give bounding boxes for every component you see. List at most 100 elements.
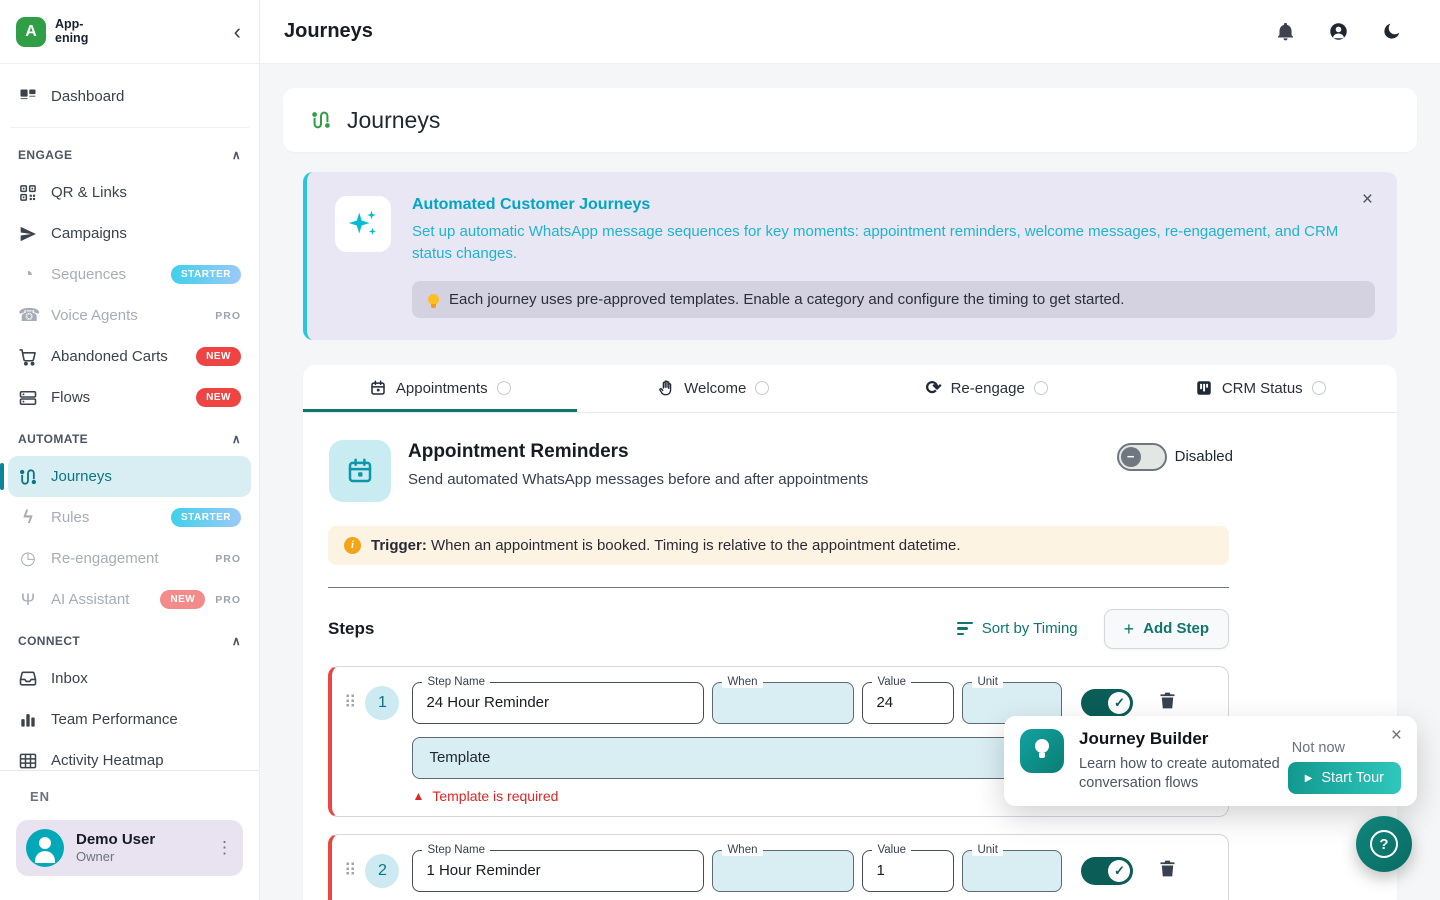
unit-field[interactable]: Unit: [962, 850, 1062, 892]
notifications-bell-icon[interactable]: [1275, 21, 1296, 42]
section-header-automate[interactable]: AUTOMATE ∧: [8, 422, 251, 456]
step-name-field[interactable]: Step Name: [412, 850, 704, 892]
journey-builder-popup: Journey Builder Learn how to create auto…: [1004, 716, 1417, 806]
sidebar-item-label: Campaigns: [51, 225, 127, 242]
start-tour-button[interactable]: ▶ Start Tour: [1288, 762, 1401, 794]
sidebar-item-label: QR & Links: [51, 184, 127, 201]
when-field[interactable]: When: [712, 850, 854, 892]
sidebar-item-rules[interactable]: ϟ Rules STARTER: [8, 497, 251, 538]
account-icon[interactable]: [1328, 21, 1349, 42]
sidebar-item-voice-agents[interactable]: ☎ Voice Agents PRO: [8, 295, 251, 336]
sidebar-item-abandoned-carts[interactable]: Abandoned Carts NEW: [8, 336, 251, 377]
language-selector[interactable]: EN: [30, 789, 243, 804]
category-enable-toggle[interactable]: −: [1117, 443, 1167, 471]
step-left: ⠿ 2: [344, 850, 399, 892]
sidebar-collapse-icon[interactable]: ‹: [234, 21, 241, 43]
app-logo-icon: A: [16, 17, 46, 47]
tab-status-circle: [1312, 381, 1326, 395]
when-field[interactable]: When: [712, 682, 854, 724]
user-card[interactable]: Demo User Owner ⋮: [16, 820, 243, 876]
sidebar-footer: EN Demo User Owner ⋮: [0, 770, 259, 900]
sidebar-item-campaigns[interactable]: Campaigns: [8, 213, 251, 254]
heatmap-table-icon: [18, 751, 38, 771]
sidebar-item-inbox[interactable]: Inbox: [8, 658, 251, 699]
lightbulb-icon: [1020, 729, 1064, 773]
flows-icon: [18, 388, 38, 408]
sidebar-item-label: Abandoned Carts: [51, 348, 168, 365]
tab-status-circle: [755, 381, 769, 395]
step-enable-toggle[interactable]: ✓: [1081, 857, 1133, 885]
tab-crm-status[interactable]: CRM Status: [1124, 365, 1398, 412]
unit-input[interactable]: [976, 694, 1048, 711]
step-name-input[interactable]: [426, 862, 690, 879]
section-header-connect[interactable]: CONNECT ∧: [8, 624, 251, 658]
step-enable-toggle[interactable]: ✓: [1081, 689, 1133, 717]
calendar-icon: [329, 440, 391, 502]
sidebar-item-ai-assistant[interactable]: Ψ AI Assistant NEW PRO: [8, 579, 251, 620]
step-name-field[interactable]: Step Name: [412, 682, 704, 724]
sidebar-item-dashboard[interactable]: Dashboard: [8, 76, 251, 117]
sidebar-item-sequences[interactable]: ◔ Sequences STARTER: [8, 254, 251, 295]
sidebar-item-activity-heatmap[interactable]: Activity Heatmap: [8, 740, 251, 770]
value-input[interactable]: [876, 862, 940, 879]
tour-description: Learn how to create automated conversati…: [1079, 755, 1297, 793]
user-name: Demo User: [76, 831, 155, 850]
app-logo: A App-ening: [16, 17, 88, 47]
value-input[interactable]: [876, 694, 940, 711]
delete-step-button[interactable]: [1157, 858, 1178, 884]
close-icon[interactable]: ×: [1391, 725, 1402, 747]
sidebar-item-label: Re-engagement: [51, 550, 159, 567]
sidebar: A App-ening ‹ Dashboard ENGAGE ∧ QR & Li…: [0, 0, 260, 900]
dark-mode-moon-icon[interactable]: [1381, 21, 1402, 42]
tab-welcome[interactable]: Welcome: [577, 365, 851, 412]
close-icon[interactable]: ×: [1362, 190, 1373, 209]
trash-icon: [1157, 858, 1178, 879]
tab-re-engage[interactable]: ⟳ Re-engage: [850, 365, 1124, 412]
section-header-engage[interactable]: ENGAGE ∧: [8, 138, 251, 172]
delete-step-button[interactable]: [1157, 690, 1178, 716]
topbar-icons: [1275, 21, 1402, 42]
field-label: When: [722, 676, 762, 689]
more-vertical-icon[interactable]: ⋮: [216, 838, 233, 858]
category-text: Appointment Reminders Send automated Wha…: [408, 440, 868, 488]
when-input[interactable]: [726, 862, 840, 879]
section-label: ENGAGE: [18, 148, 72, 162]
sort-by-timing-button[interactable]: Sort by Timing: [957, 620, 1078, 637]
sidebar-item-re-engagement[interactable]: ◷ Re-engagement PRO: [8, 538, 251, 579]
section-body: i Trigger: When an appointment is booked…: [303, 502, 1229, 900]
value-field[interactable]: Value: [862, 682, 954, 724]
tab-appointments[interactable]: Appointments: [303, 365, 577, 412]
tip-text: Each journey uses pre-approved templates…: [449, 291, 1124, 308]
refresh-icon: ⟳: [926, 379, 942, 398]
route-icon: [18, 467, 38, 487]
sidebar-item-flows[interactable]: Flows NEW: [8, 377, 251, 418]
help-button[interactable]: ?: [1356, 816, 1412, 872]
trigger-banner: i Trigger: When an appointment is booked…: [328, 526, 1229, 565]
value-field[interactable]: Value: [862, 850, 954, 892]
not-now-button[interactable]: Not now: [1292, 740, 1345, 756]
drag-handle-icon[interactable]: ⠿: [344, 694, 354, 711]
step-name-input[interactable]: [426, 694, 690, 711]
chevron-up-icon: ∧: [232, 432, 241, 446]
unit-input[interactable]: [976, 862, 1048, 879]
route-icon: [310, 109, 332, 131]
when-input[interactable]: [726, 694, 840, 711]
steps-header: Steps Sort by Timing + Add Step: [328, 609, 1229, 649]
drag-handle-icon[interactable]: ⠿: [344, 862, 354, 879]
sidebar-item-label: Rules: [51, 509, 89, 526]
template-select[interactable]: Template: [412, 737, 1062, 779]
trigger-text: Trigger: When an appointment is booked. …: [371, 537, 960, 554]
divider: [328, 587, 1229, 588]
tab-label: CRM Status: [1222, 380, 1303, 397]
page-title-card: Journeys: [283, 88, 1417, 152]
sidebar-item-journeys[interactable]: Journeys: [8, 456, 251, 497]
add-step-button[interactable]: + Add Step: [1104, 609, 1229, 649]
field-label: Unit: [972, 844, 1002, 857]
sidebar-item-label: Dashboard: [51, 88, 124, 105]
bolt-icon: ϟ: [18, 507, 38, 528]
sidebar-item-label: AI Assistant: [51, 591, 129, 608]
sidebar-item-label: Flows: [51, 389, 90, 406]
topbar: Journeys: [260, 0, 1440, 64]
sidebar-item-qr-links[interactable]: QR & Links: [8, 172, 251, 213]
sidebar-item-team-performance[interactable]: Team Performance: [8, 699, 251, 740]
